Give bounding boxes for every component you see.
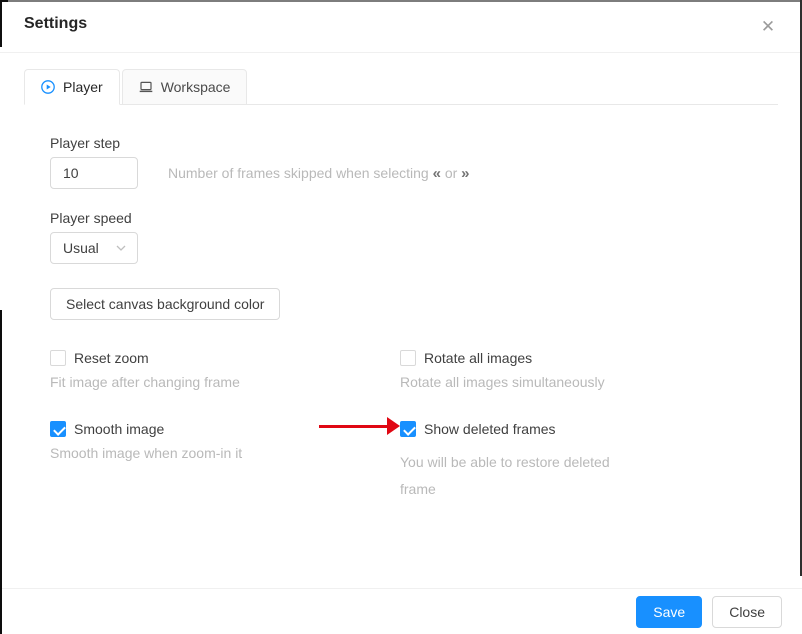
smooth-image-checkbox[interactable] — [50, 421, 66, 437]
player-speed-select[interactable]: Usual — [50, 232, 138, 264]
rotate-all-images-checkbox-row[interactable]: Rotate all images — [400, 347, 752, 369]
player-speed-label: Player speed — [50, 210, 752, 226]
tab-player[interactable]: Player — [24, 69, 120, 105]
show-deleted-frames-label: Show deleted frames — [424, 421, 556, 437]
rotate-all-images-setting: Rotate all images Rotate all images simu… — [400, 347, 752, 393]
screen-edge-artifact-top — [0, 0, 802, 2]
save-button[interactable]: Save — [636, 596, 702, 628]
player-step-input[interactable] — [50, 157, 138, 189]
tab-player-label: Player — [63, 79, 103, 95]
laptop-icon — [139, 80, 153, 94]
player-step-label: Player step — [50, 135, 752, 151]
rotate-all-images-help: Rotate all images simultaneously — [400, 372, 752, 393]
settings-modal: { "window": { "title": "Settings" }, "he… — [0, 0, 802, 634]
settings-tabbar: Player Workspace — [24, 69, 778, 105]
close-icon[interactable]: ✕ — [748, 8, 788, 46]
show-deleted-frames-setting: Show deleted frames You will be able to … — [400, 418, 752, 503]
modal-title: Settings — [24, 15, 87, 32]
tab-workspace[interactable]: Workspace — [122, 69, 248, 105]
annotation-arrow-icon — [319, 417, 400, 435]
show-deleted-frames-help: You will be able to restore deleted fram… — [400, 449, 610, 503]
forward-step-icon: » — [461, 165, 469, 182]
reset-zoom-checkbox[interactable] — [50, 350, 66, 366]
screen-edge-artifact-left-lower — [0, 310, 2, 634]
show-deleted-frames-checkbox-row[interactable]: Show deleted frames — [400, 418, 752, 440]
modal-header: Settings ✕ — [0, 0, 802, 53]
checkbox-grid: Reset zoom Fit image after changing fram… — [50, 347, 752, 503]
screen-edge-artifact-left-upper — [0, 0, 2, 47]
close-button[interactable]: Close — [712, 596, 782, 628]
rotate-all-images-label: Rotate all images — [424, 350, 532, 366]
show-deleted-frames-checkbox[interactable] — [400, 421, 416, 437]
rotate-all-images-checkbox[interactable] — [400, 350, 416, 366]
play-circle-icon — [41, 80, 55, 94]
backward-step-icon: « — [433, 165, 441, 182]
reset-zoom-checkbox-row[interactable]: Reset zoom — [50, 347, 400, 369]
player-speed-value: Usual — [63, 240, 99, 256]
chevron-down-icon — [116, 245, 126, 251]
smooth-image-label: Smooth image — [74, 421, 164, 437]
reset-zoom-label: Reset zoom — [74, 350, 149, 366]
player-settings-panel: Player step Number of frames skipped whe… — [0, 105, 802, 503]
tab-workspace-label: Workspace — [161, 79, 231, 95]
smooth-image-help: Smooth image when zoom-in it — [50, 443, 400, 464]
reset-zoom-setting: Reset zoom Fit image after changing fram… — [50, 347, 400, 393]
player-step-help: Number of frames skipped when selecting … — [168, 165, 470, 182]
select-canvas-background-color-button[interactable]: Select canvas background color — [50, 288, 280, 320]
reset-zoom-help: Fit image after changing frame — [50, 372, 400, 393]
modal-footer: Save Close — [0, 588, 802, 634]
